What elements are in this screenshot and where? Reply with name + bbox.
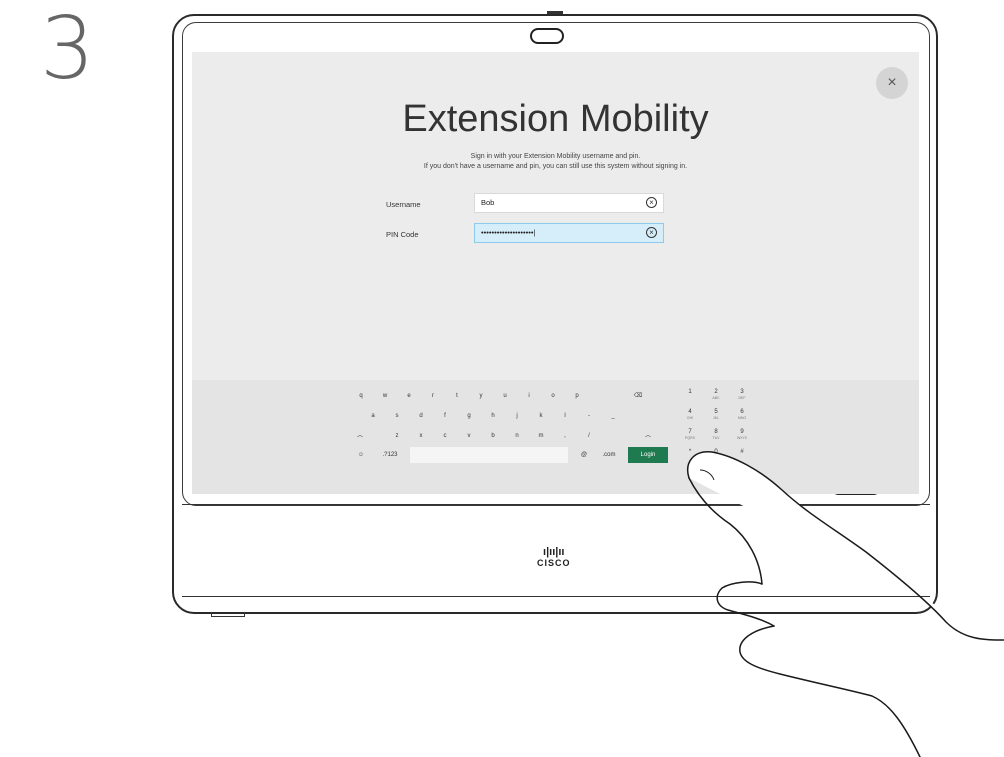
pointing-hand-icon [687,451,1004,757]
